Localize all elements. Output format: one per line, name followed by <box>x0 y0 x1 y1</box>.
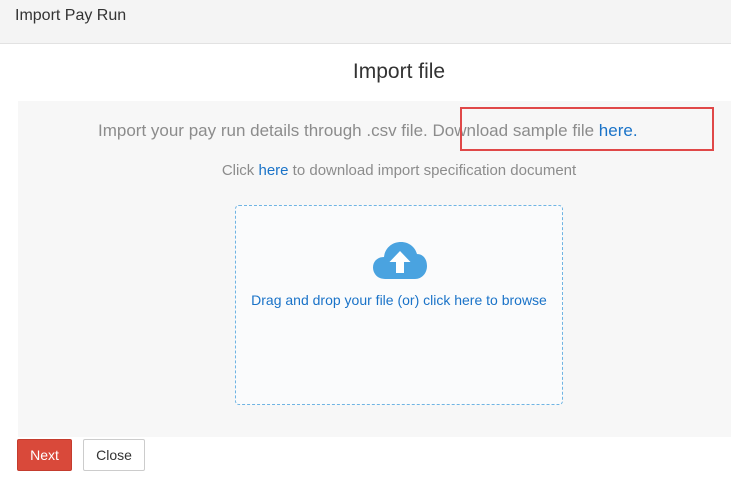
close-button[interactable]: Close <box>83 439 145 471</box>
dialog-title: Import Pay Run <box>15 7 127 24</box>
file-dropzone[interactable]: Drag and drop your file (or) click here … <box>235 205 563 405</box>
spec-suffix: to download import specification documen… <box>288 162 577 179</box>
download-spec-link[interactable]: here <box>258 162 288 179</box>
page-title: Import file <box>352 60 446 83</box>
dialog-header: Import Pay Run <box>0 0 731 44</box>
next-button[interactable]: Next <box>17 439 72 471</box>
dropzone-text: Drag and drop your file (or) click here … <box>251 292 547 308</box>
spec-prefix: Click <box>221 162 259 179</box>
highlight-annotation <box>460 107 714 151</box>
cloud-upload-icon <box>373 242 427 279</box>
spec-instructions: Click here to download import specificat… <box>0 162 731 179</box>
